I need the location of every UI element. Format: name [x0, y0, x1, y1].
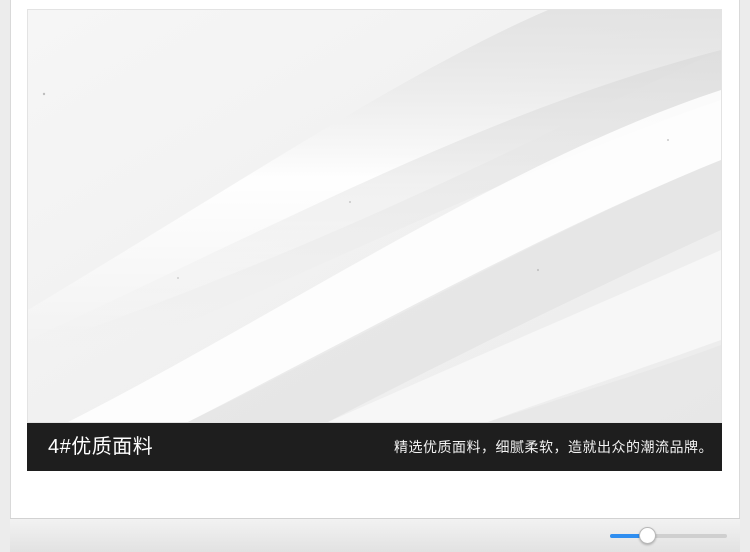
- bottom-toolbar: [10, 518, 740, 552]
- zoom-slider[interactable]: [610, 527, 727, 545]
- caption-description: 精选优质面料，细腻柔软，造就出众的潮流品牌。: [394, 439, 713, 455]
- caption-title: 4#优质面料: [48, 436, 154, 458]
- caption-bar: 4#优质面料 精选优质面料，细腻柔软，造就出众的潮流品牌。: [27, 423, 722, 471]
- fabric-photo: [27, 9, 722, 423]
- zoom-slider-thumb[interactable]: [638, 527, 656, 544]
